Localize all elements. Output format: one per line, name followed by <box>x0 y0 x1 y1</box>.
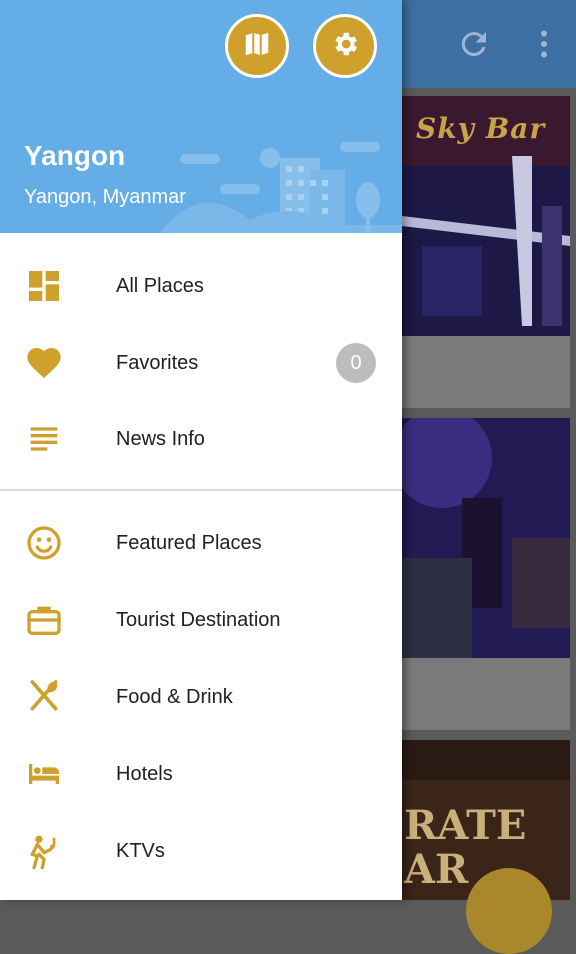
settings-button[interactable] <box>313 14 377 78</box>
fab-button[interactable] <box>466 868 552 954</box>
menu-item-food-drink[interactable]: Food & Drink <box>0 659 402 735</box>
dashboard-icon <box>24 266 64 306</box>
place-card-image[interactable]: Sky Bar <box>402 96 570 336</box>
smiley-icon <box>24 523 64 563</box>
map-icon <box>242 29 272 64</box>
gear-icon <box>330 29 360 64</box>
map-button[interactable] <box>225 14 289 78</box>
utensils-icon <box>24 677 64 717</box>
heart-icon <box>24 343 64 383</box>
menu-item-label: KTVs <box>116 840 165 862</box>
menu-item-ktvs[interactable]: KTVs <box>0 813 402 889</box>
menu-item-label: Tourist Destination <box>116 609 281 631</box>
place-card-image[interactable] <box>402 418 570 658</box>
bar-sign-text: Sky Bar <box>416 112 546 145</box>
menu-item-label: News Info <box>116 428 205 450</box>
bed-icon <box>24 754 64 794</box>
menu-item-favorites[interactable]: Favorites 0 <box>0 325 402 401</box>
menu-item-label: Favorites <box>116 352 199 374</box>
menu-item-label: All Places <box>116 275 204 297</box>
news-icon <box>24 419 64 459</box>
menu-item-all-places[interactable]: All Places <box>0 248 402 324</box>
drawer-header: Yangon Yangon, Myanmar <box>0 0 402 233</box>
place-card-footer <box>402 658 570 730</box>
more-vert-icon[interactable] <box>526 26 562 62</box>
menu-item-hotels[interactable]: Hotels <box>0 736 402 812</box>
city-skyline-illustration <box>160 142 402 233</box>
menu-divider <box>0 489 402 491</box>
menu-item-news-info[interactable]: News Info <box>0 401 402 477</box>
karaoke-icon <box>24 831 64 871</box>
menu-item-label: Featured Places <box>116 532 262 554</box>
menu-item-featured-places[interactable]: Featured Places <box>0 505 402 581</box>
menu-item-tourist-destination[interactable]: Tourist Destination <box>0 582 402 658</box>
menu-item-label: Hotels <box>116 763 173 785</box>
place-card-footer <box>402 336 570 408</box>
navigation-drawer: Yangon Yangon, Myanmar All Places Favori… <box>0 0 402 900</box>
refresh-icon[interactable] <box>456 26 492 62</box>
city-title: Yangon <box>24 140 126 171</box>
location-subtitle: Yangon, Myanmar <box>24 186 186 208</box>
menu-item-label: Food & Drink <box>116 686 233 708</box>
suitcase-icon <box>24 600 64 640</box>
favorites-count-badge: 0 <box>336 343 376 383</box>
